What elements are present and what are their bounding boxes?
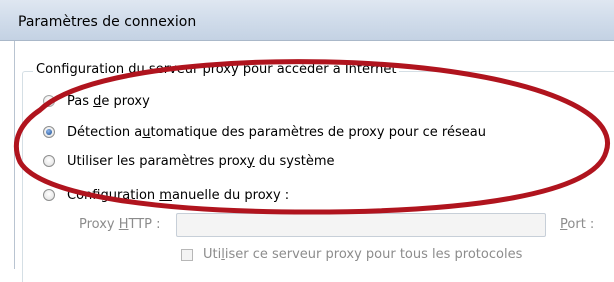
auto-detect-label[interactable]: Détection automatique des paramètres de …	[67, 125, 486, 140]
manual-proxy-radio[interactable]	[43, 189, 55, 201]
same-proxy-label[interactable]: Utiliser ce serveur proxy pour tous les …	[203, 247, 522, 262]
manual-proxy-label[interactable]: Configuration manuelle du proxy :	[67, 188, 289, 203]
auto-detect-radio[interactable]	[43, 126, 55, 138]
auto-detect-option[interactable]: Détection automatique des paramètres de …	[43, 123, 486, 141]
no-proxy-radio[interactable]	[43, 95, 55, 107]
port-label: Port :	[560, 217, 595, 232]
http-proxy-input[interactable]	[176, 213, 546, 237]
system-proxy-radio[interactable]	[43, 155, 55, 167]
window-title: Paramètres de connexion	[18, 14, 197, 30]
manual-proxy-option[interactable]: Configuration manuelle du proxy :	[43, 186, 289, 204]
title-bar: Paramètres de connexion	[0, 0, 614, 41]
system-proxy-option[interactable]: Utiliser les paramètres proxy du système	[43, 152, 335, 170]
same-proxy-checkbox[interactable]	[181, 249, 193, 261]
system-proxy-label[interactable]: Utiliser les paramètres proxy du système	[67, 154, 335, 169]
http-proxy-label: Proxy HTTP :	[79, 217, 161, 232]
proxy-group-legend: Configuration du serveur proxy pour accé…	[33, 62, 400, 77]
no-proxy-label[interactable]: Pas de proxy	[67, 94, 150, 109]
no-proxy-option[interactable]: Pas de proxy	[43, 92, 150, 110]
